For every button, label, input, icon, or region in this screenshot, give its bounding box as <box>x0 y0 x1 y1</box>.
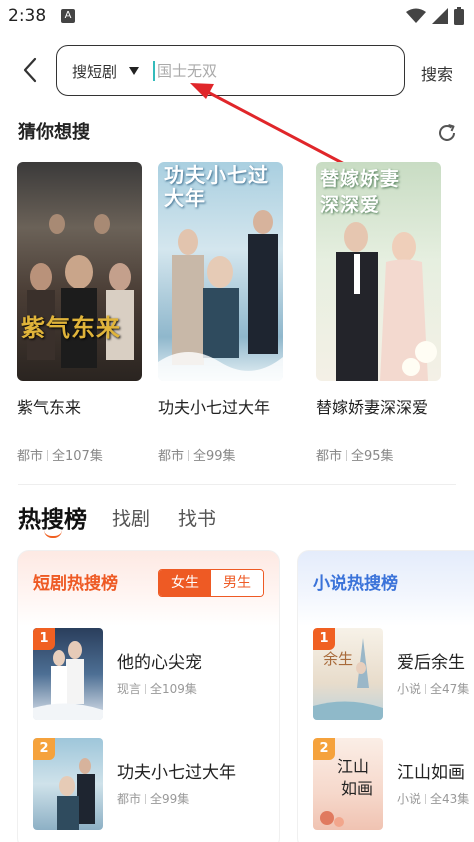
rank-title[interactable]: 他的心尖宠 <box>117 648 202 673</box>
cover-title-text: 紫气东来 <box>21 313 121 342</box>
rank-title[interactable]: 爱后余生 <box>397 648 465 673</box>
rank-genre: 小说 <box>397 682 422 696</box>
rank-meta: 都市 全99集 <box>117 790 189 807</box>
drama-meta: 都市 全99集 <box>158 445 318 464</box>
meta-divider <box>145 684 147 694</box>
drama-meta: 都市 全95集 <box>316 445 474 464</box>
tab-find-book[interactable]: 找书 <box>178 504 216 531</box>
toggle-female[interactable]: 女生 <box>159 570 211 596</box>
drama-episodes: 全95集 <box>351 449 394 464</box>
guess-card[interactable]: 替嫁娇妻深深爱 替嫁娇妻深深爱 都市 全95集 <box>316 162 441 464</box>
battery-icon <box>454 7 464 25</box>
meta-divider <box>425 684 427 694</box>
novel-rank-title: 小说热搜榜 <box>313 574 398 594</box>
signal-icon <box>432 8 448 24</box>
rank-episodes: 全43集 <box>430 792 470 806</box>
drama-rank-title: 短剧热搜榜 <box>33 574 118 594</box>
drama-episodes: 全99集 <box>193 449 236 464</box>
rank-genre: 都市 <box>117 792 142 806</box>
cover-title-text: 功夫小七过大年 <box>164 163 269 210</box>
meta-divider <box>47 450 49 461</box>
rank-number-badge: 1 <box>313 628 335 650</box>
rank-number-badge: 2 <box>313 738 335 760</box>
rank-item[interactable]: 江山 如画 2 江山如画 小说 全43集 <box>313 738 474 830</box>
search-type-selector[interactable]: 搜短剧 <box>72 61 117 82</box>
rank-number-badge: 1 <box>33 628 55 650</box>
rank-episodes: 全109集 <box>150 682 197 696</box>
rank-title[interactable]: 江山如画 <box>397 758 465 783</box>
drama-genre: 都市 <box>316 449 343 464</box>
notification-badge: A <box>61 9 75 23</box>
rank-genre: 小说 <box>397 792 422 806</box>
rank-cover[interactable]: 1 <box>33 628 103 720</box>
drama-title[interactable]: 替嫁娇妻深深爱 <box>316 394 474 418</box>
rank-item[interactable]: 余生 1 爱后余生 小说 全47集 <box>313 628 474 720</box>
drama-cover[interactable]: 紫气东来 <box>17 162 142 381</box>
toggle-male[interactable]: 男生 <box>211 570 263 596</box>
drama-meta: 都市 全107集 <box>17 445 177 464</box>
drama-cover[interactable]: 功夫小七过大年 <box>158 162 283 381</box>
rank-cover[interactable]: 2 <box>33 738 103 830</box>
meta-divider <box>346 450 348 461</box>
rank-number-badge: 2 <box>33 738 55 760</box>
meta-divider <box>188 450 190 461</box>
rank-episodes: 全99集 <box>150 792 190 806</box>
rank-title[interactable]: 功夫小七过大年 <box>117 758 236 783</box>
back-arrow-icon[interactable] <box>18 56 42 84</box>
drama-title[interactable]: 功夫小七过大年 <box>158 394 318 418</box>
caret-down-icon[interactable] <box>129 67 139 75</box>
refresh-icon[interactable] <box>436 122 458 144</box>
gender-toggle: 女生 男生 <box>158 569 264 597</box>
rank-meta: 小说 全47集 <box>397 680 469 697</box>
status-time: 2:38 <box>8 6 47 26</box>
rank-genre: 现言 <box>117 682 142 696</box>
tab-find-drama[interactable]: 找剧 <box>112 504 150 531</box>
section-divider <box>18 484 456 485</box>
rank-meta: 现言 全109集 <box>117 680 197 697</box>
rank-meta: 小说 全43集 <box>397 790 469 807</box>
cover-art <box>27 214 134 368</box>
tab-hot-search[interactable]: 热搜榜 <box>18 500 87 534</box>
novel-rank-panel: 小说热搜榜 余生 1 爱后余生 小说 全47集 江山 如画 2 江山如画 小说 全4… <box>297 550 474 842</box>
svg-text:余生: 余生 <box>323 650 353 668</box>
drama-genre: 都市 <box>17 449 44 464</box>
guess-card[interactable]: 功夫小七过大年 功夫小七过大年 都市 全99集 <box>158 162 283 464</box>
drama-rank-panel: 短剧热搜榜 女生 男生 1 他的心尖宠 现言 全109集 2 功夫小七过大年 都… <box>17 550 280 842</box>
drama-title[interactable]: 紫气东来 <box>17 394 177 418</box>
status-icons <box>406 7 464 25</box>
guess-section-title: 猜你想搜 <box>18 122 90 143</box>
rank-cover[interactable]: 余生 1 <box>313 628 383 720</box>
rank-item[interactable]: 2 功夫小七过大年 都市 全99集 <box>33 738 273 830</box>
cover-title-text: 替嫁娇妻深深爱 <box>320 168 401 216</box>
rank-cover[interactable]: 江山 如画 2 <box>313 738 383 830</box>
meta-divider <box>145 794 147 804</box>
drama-episodes: 全107集 <box>52 449 103 464</box>
active-tab-indicator <box>44 530 62 538</box>
rank-episodes: 全47集 <box>430 682 470 696</box>
meta-divider <box>425 794 427 804</box>
svg-text:江山: 江山 <box>337 757 369 776</box>
drama-genre: 都市 <box>158 449 185 464</box>
status-bar: 2:38 A <box>0 0 474 34</box>
svg-text:如画: 如画 <box>341 779 373 798</box>
guess-card[interactable]: 紫气东来 紫气东来 都市 全107集 <box>17 162 142 464</box>
drama-cover[interactable]: 替嫁娇妻深深爱 <box>316 162 441 381</box>
text-cursor <box>153 61 155 81</box>
wifi-icon <box>406 8 426 23</box>
annotation-arrow <box>190 83 351 169</box>
rank-item[interactable]: 1 他的心尖宠 现言 全109集 <box>33 628 273 720</box>
search-button[interactable]: 搜索 <box>421 61 453 85</box>
